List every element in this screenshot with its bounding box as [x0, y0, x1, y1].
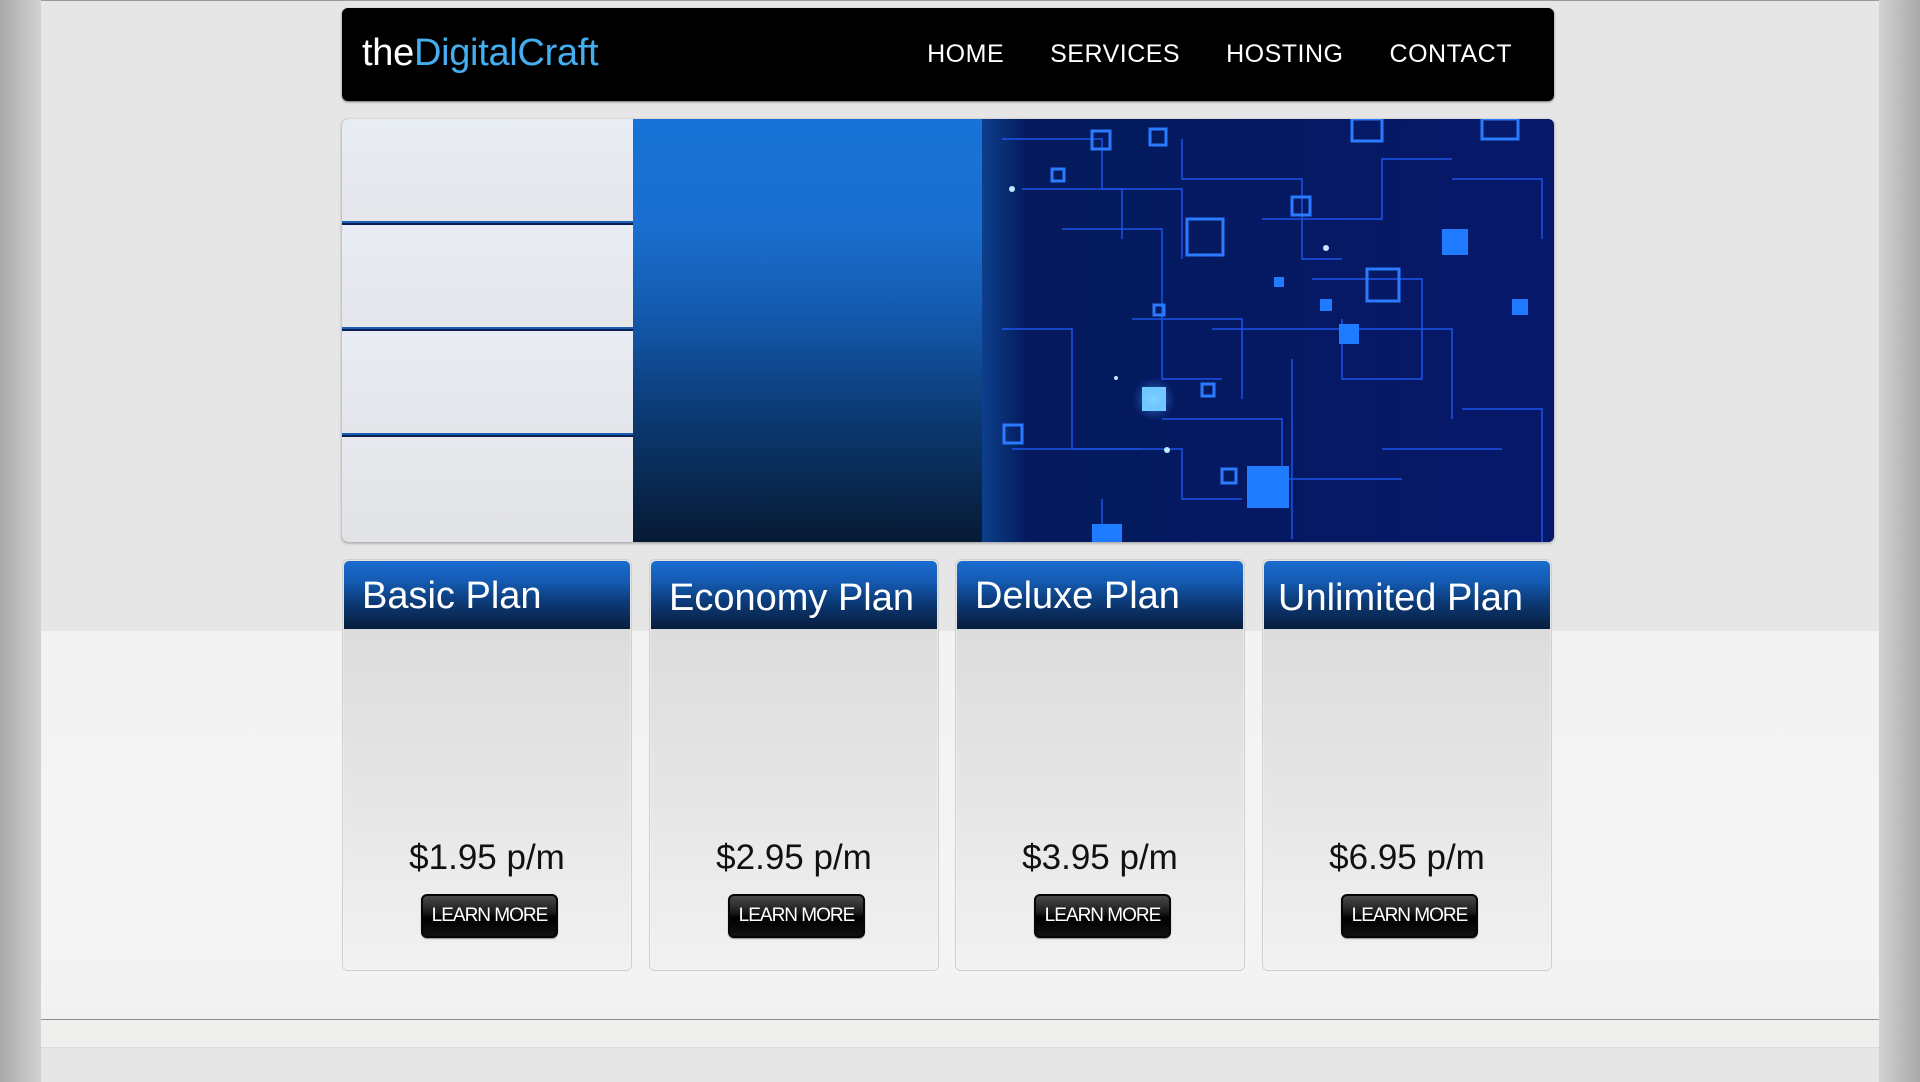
learn-more-button[interactable]: LEARN MORE: [1341, 894, 1478, 938]
learn-more-button[interactable]: LEARN MORE: [728, 894, 865, 938]
nav-home[interactable]: HOME: [927, 42, 1004, 67]
hero-circuit-image: [982, 119, 1554, 542]
plan-card-unlimited: Unlimited Plan $6.95 p/m LEARN MORE: [1262, 559, 1552, 971]
hero-slider: [342, 119, 1554, 542]
hero-tab-1[interactable]: [342, 119, 633, 223]
plan-title: Economy Plan: [669, 577, 915, 619]
nav-hosting[interactable]: HOSTING: [1226, 42, 1343, 67]
plan-title: Deluxe Plan: [975, 575, 1180, 617]
hero-tab-4[interactable]: [342, 437, 633, 542]
plan-card-deluxe: Deluxe Plan $3.95 p/m LEARN MORE: [955, 559, 1245, 971]
plan-card-economy: Economy Plan $2.95 p/m LEARN MORE: [649, 559, 939, 971]
plan-price: $6.95 p/m: [1329, 838, 1485, 877]
site-logo[interactable]: theDigitalCraft: [362, 32, 599, 74]
hero-tab-list: [342, 119, 633, 542]
footer-strip: [41, 1020, 1879, 1047]
hero-tab-3[interactable]: [342, 331, 633, 435]
plan-price: $2.95 p/m: [716, 838, 872, 877]
plan-title: Basic Plan: [362, 575, 542, 617]
learn-more-button[interactable]: LEARN MORE: [421, 894, 558, 938]
logo-brand: DigitalCraft: [413, 32, 599, 74]
main-nav: HOME SERVICES HOSTING CONTACT: [927, 42, 1512, 67]
footer: [41, 1047, 1879, 1082]
plan-price: $1.95 p/m: [409, 838, 565, 877]
site-header: theDigitalCraft HOME SERVICES HOSTING CO…: [342, 8, 1554, 101]
nav-services[interactable]: SERVICES: [1050, 42, 1180, 67]
plan-header: Deluxe Plan: [957, 561, 1243, 629]
logo-prefix: the: [362, 32, 414, 74]
hero-panel: [633, 119, 1003, 542]
plan-card-basic: Basic Plan $1.95 p/m LEARN MORE: [342, 559, 632, 971]
plan-header: Basic Plan: [344, 561, 630, 629]
plan-header: Economy Plan: [651, 561, 937, 629]
plan-price: $3.95 p/m: [1022, 838, 1178, 877]
plan-title: Unlimited Plan: [1278, 577, 1523, 619]
hero-tab-2[interactable]: [342, 225, 633, 329]
plan-header: Unlimited Plan: [1264, 561, 1550, 629]
learn-more-button[interactable]: LEARN MORE: [1034, 894, 1171, 938]
nav-contact[interactable]: CONTACT: [1390, 42, 1512, 67]
